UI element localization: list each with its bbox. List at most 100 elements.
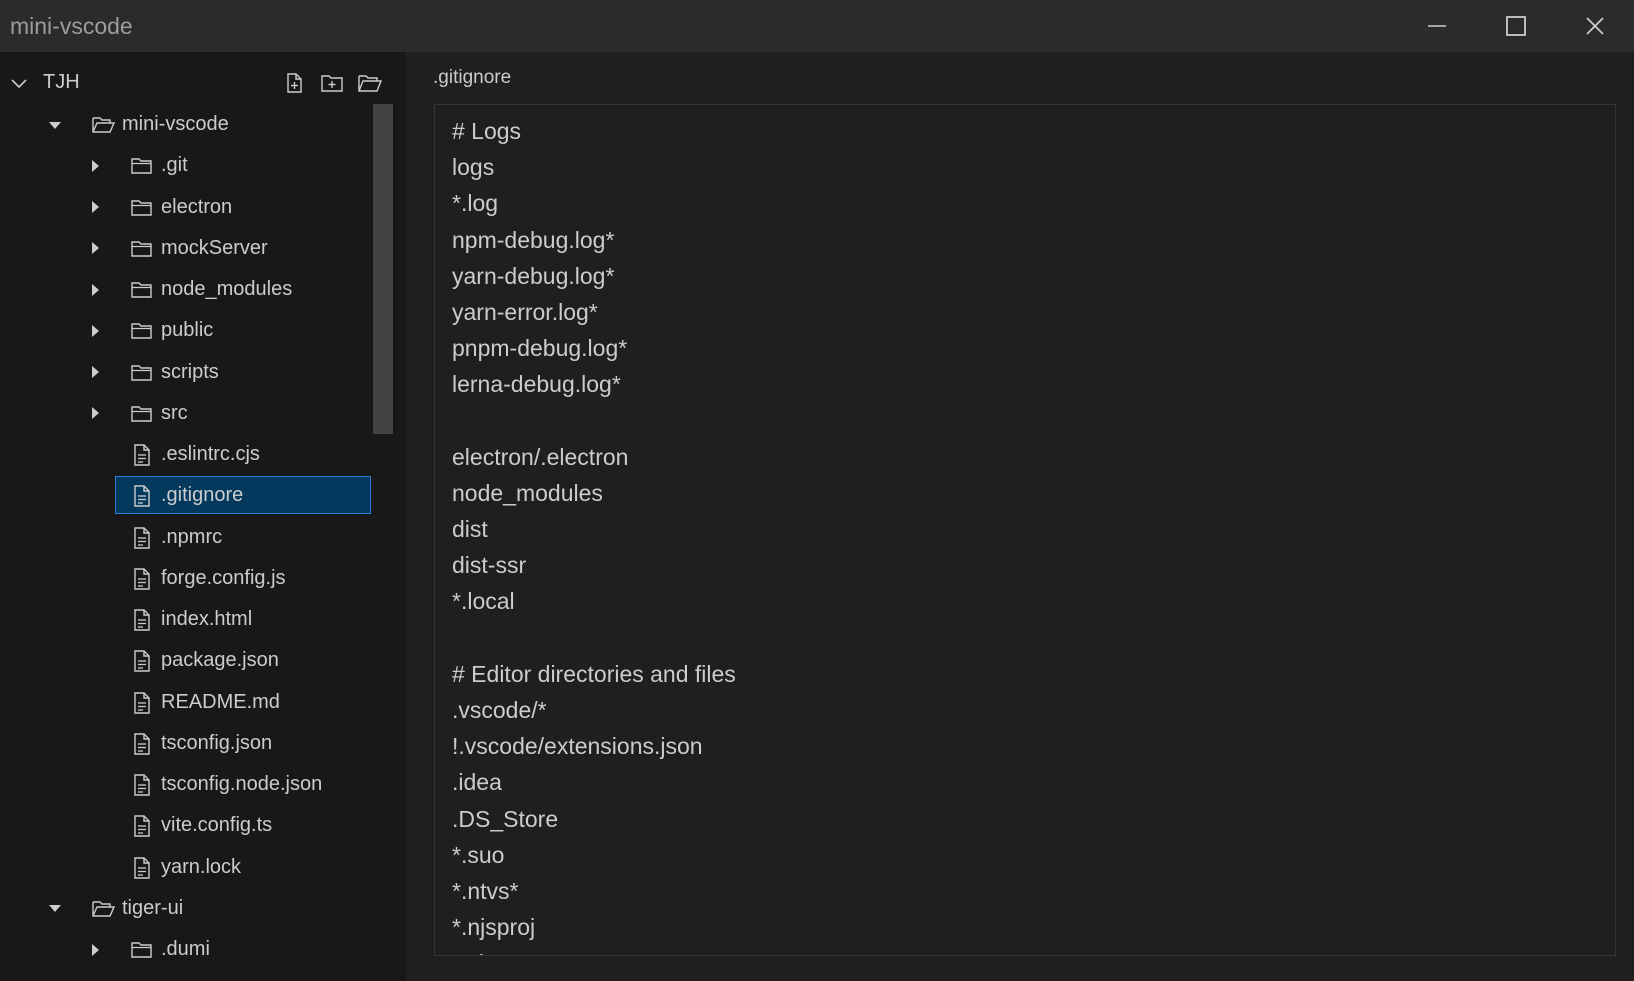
tree-toggle[interactable]: [87, 352, 103, 393]
folder-icon: [131, 364, 152, 381]
tree-folder-item[interactable]: scripts: [0, 352, 380, 393]
tree-folder-item[interactable]: src: [0, 393, 380, 434]
tree-file-item[interactable]: .gitignore: [0, 475, 380, 516]
new-folder-button[interactable]: [318, 69, 346, 97]
minimize-button[interactable]: [1397, 0, 1476, 52]
new-folder-icon: [321, 75, 343, 92]
tree-file-item[interactable]: package.json: [0, 640, 380, 681]
tree-item-label: README.md: [161, 690, 280, 713]
caret-right-icon: [92, 324, 99, 337]
tree-file-item[interactable]: .eslintrc.cjs: [0, 434, 380, 475]
code-line: pnpm-debug.log*: [452, 335, 628, 362]
code-content: # Logs logs *.log npm-debug.log* yarn-debug.…: [452, 113, 736, 955]
code-line: *.ntvs*: [452, 877, 519, 904]
caret-down-icon: [49, 905, 61, 913]
folder-open-icon: [92, 117, 116, 133]
tree-item-icon: [130, 814, 154, 838]
code-line: *.sln: [452, 945, 736, 955]
close-icon: [1585, 17, 1604, 35]
sidebar-scrollbar-thumb[interactable]: [373, 104, 393, 434]
code-line: # Editor directories and files: [452, 660, 736, 687]
folder-icon: [131, 199, 152, 216]
folder-icon: [131, 158, 152, 174]
tree-toggle[interactable]: [87, 929, 103, 970]
tree-file-item[interactable]: yarn.lock: [0, 847, 380, 888]
tree-folder-item[interactable]: .dumi: [0, 929, 380, 970]
code-line: # Logs: [452, 118, 522, 144]
file-icon: [134, 609, 150, 631]
file-icon: [134, 733, 150, 755]
tree-item-label: tsconfig.node.json: [161, 773, 323, 795]
explorer-actions: [280, 69, 384, 97]
code-line: node_modules: [452, 479, 603, 506]
code-line: dist: [452, 516, 488, 543]
tree-folder-item[interactable]: public: [0, 310, 380, 351]
tree-item-label: mockServer: [161, 236, 268, 259]
file-icon: [134, 650, 150, 672]
tree-folder-item[interactable]: tiger-ui: [0, 888, 380, 929]
code-line: !.vscode/extensions.json: [452, 733, 703, 760]
tree-item-icon: [130, 938, 154, 962]
new-file-button[interactable]: [280, 69, 308, 97]
tree-item-label: scripts: [161, 360, 219, 383]
code-line: *.suo: [452, 841, 505, 868]
tree-item-icon: [130, 402, 154, 426]
chevron-down-icon: [11, 79, 27, 89]
tree-item-icon: [130, 319, 154, 343]
file-icon: [134, 444, 150, 466]
folder-icon: [131, 406, 152, 422]
tree-file-item[interactable]: vite.config.ts: [0, 805, 380, 846]
tree-file-item[interactable]: tsconfig.node.json: [0, 764, 380, 805]
app-window: mini-vscode TJH mini-vscode .git electro…: [0, 0, 1634, 981]
tree-item-icon: [130, 608, 154, 632]
tree-toggle[interactable]: [87, 187, 103, 228]
caret-down-icon: [49, 121, 61, 129]
caret-right-icon: [92, 159, 99, 172]
tree-item-icon: [130, 526, 154, 550]
tree-toggle[interactable]: [87, 269, 103, 310]
tree-folder-item[interactable]: electron: [0, 187, 380, 228]
code-line: npm-debug.log*: [452, 226, 615, 253]
code-line: .vscode/*: [452, 697, 547, 723]
tree-file-item[interactable]: forge.config.js: [0, 558, 380, 599]
tree-toggle[interactable]: [87, 145, 103, 186]
open-folder-icon: [358, 75, 383, 92]
tree-file-item[interactable]: .npmrc: [0, 517, 380, 558]
tree-item-label: .gitignore: [161, 484, 244, 507]
close-button[interactable]: [1555, 0, 1634, 52]
tree-item-label: mini-vscode: [122, 113, 229, 135]
file-icon: [134, 568, 150, 590]
editor-file-title: .gitignore: [433, 67, 512, 88]
tree-item-label: forge.config.js: [161, 566, 286, 589]
caret-right-icon: [92, 201, 99, 213]
tree-toggle[interactable]: [87, 310, 103, 351]
file-icon: [134, 485, 150, 507]
code-line: logs: [452, 154, 495, 181]
tree-folder-item[interactable]: mini-vscode: [0, 104, 380, 145]
tree-item-icon: [130, 691, 154, 715]
tree-folder-item[interactable]: node_modules: [0, 269, 380, 310]
tree-item-icon: [130, 649, 154, 673]
caret-right-icon: [92, 943, 99, 956]
tree-item-icon: [130, 278, 154, 302]
tree-folder-item[interactable]: .git: [0, 145, 380, 186]
caret-right-icon: [92, 283, 99, 296]
code-line: *.njsproj: [452, 914, 536, 941]
explorer-root-header[interactable]: TJH: [0, 66, 406, 102]
tree-toggle[interactable]: [47, 104, 63, 145]
open-folder-button[interactable]: [356, 69, 384, 97]
tree-file-item[interactable]: tsconfig.json: [0, 723, 380, 764]
tree-file-item[interactable]: README.md: [0, 682, 380, 723]
tree-folder-item[interactable]: mockServer: [0, 228, 380, 269]
tree-toggle[interactable]: [87, 228, 103, 269]
explorer-root-label: TJH: [43, 71, 80, 93]
tree-item-label: electron: [161, 195, 233, 218]
code-editor[interactable]: # Logs logs *.log npm-debug.log* yarn-debug.…: [434, 104, 1616, 956]
tree-item-icon: [130, 856, 154, 880]
code-line: lerna-debug.log*: [452, 371, 621, 398]
maximize-button[interactable]: [1476, 0, 1555, 52]
tree-toggle[interactable]: [87, 393, 103, 434]
tree-item-icon: [130, 237, 154, 261]
tree-toggle[interactable]: [47, 888, 63, 929]
tree-file-item[interactable]: index.html: [0, 599, 380, 640]
